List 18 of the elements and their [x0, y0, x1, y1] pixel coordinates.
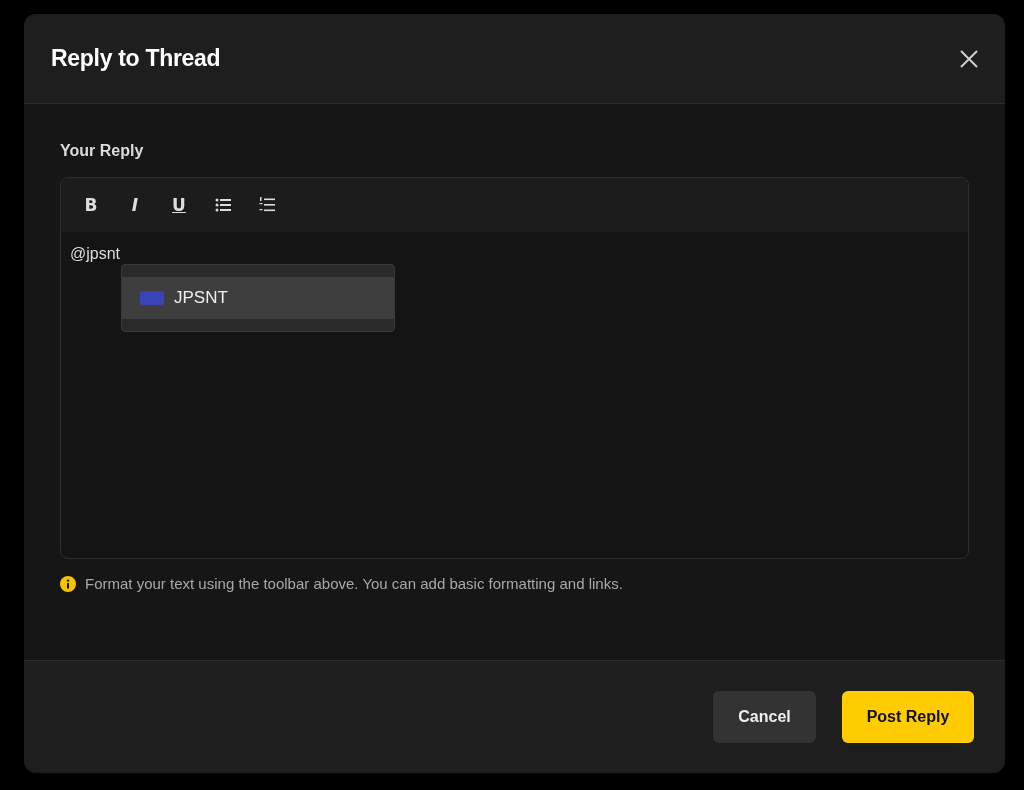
- info-icon: [60, 575, 76, 592]
- post-reply-button[interactable]: Post Reply: [842, 691, 974, 743]
- field-label: Your Reply: [60, 142, 145, 160]
- hint-text: Format your text using the toolbar above. You can add basic formatting and links.: [85, 575, 623, 592]
- bold-button[interactable]: B: [75, 189, 107, 221]
- underline-button[interactable]: U: [163, 189, 195, 221]
- reply-editor[interactable]: B I U @jpsnt JPSNT: [60, 177, 969, 559]
- dialog-title: Reply to Thread: [51, 45, 221, 72]
- bullet-list-icon: [215, 198, 231, 212]
- close-icon: [959, 48, 979, 69]
- cancel-button[interactable]: Cancel: [713, 691, 816, 743]
- close-button[interactable]: [959, 48, 979, 69]
- mention-option[interactable]: JPSNT: [122, 277, 394, 319]
- editor-text: @jpsnt: [69, 244, 122, 263]
- avatar-icon: [140, 291, 164, 305]
- numbered-list-icon: [259, 197, 275, 213]
- user-name: JPSNT: [174, 288, 228, 308]
- italic-button[interactable]: I: [119, 189, 151, 221]
